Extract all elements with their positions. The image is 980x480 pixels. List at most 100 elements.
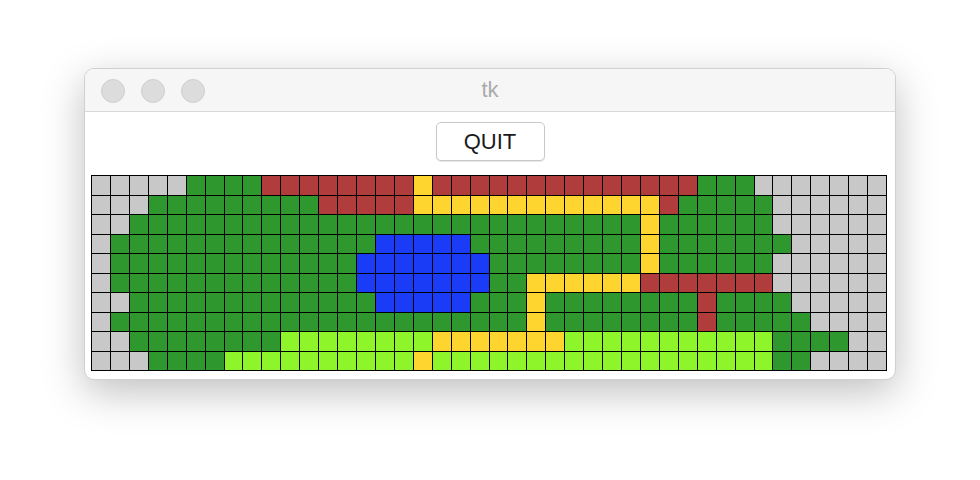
map-cell [679,332,697,351]
map-cell [452,196,470,215]
map-cell [792,196,810,215]
map-cell [849,176,867,195]
map-cell [92,293,110,312]
map-cell [111,176,129,195]
map-cell [452,332,470,351]
map-cell [168,215,186,234]
map-cell [527,254,545,273]
map-cell [584,313,602,332]
map-cell [868,196,886,215]
map-cell [395,215,413,234]
map-cell [414,254,432,273]
map-cell [300,235,318,254]
map-cell [206,196,224,215]
map-cell [490,313,508,332]
map-cell [698,352,716,371]
map-cell [376,196,394,215]
map-cell [281,254,299,273]
map-cell [811,352,829,371]
map-cell [92,332,110,351]
map-cell [527,274,545,293]
map-cell [773,196,791,215]
map-cell [376,274,394,293]
map-cell [736,313,754,332]
map-cell [319,293,337,312]
quit-button[interactable]: QUIT [436,122,545,161]
minimize-icon[interactable] [141,79,165,103]
map-cell [376,235,394,254]
map-cell [641,176,659,195]
map-canvas [91,175,887,371]
map-cell [792,293,810,312]
map-cell [755,313,773,332]
map-cell [679,196,697,215]
map-cell [660,332,678,351]
map-cell [868,293,886,312]
map-cell [92,196,110,215]
map-cell [319,352,337,371]
map-cell [603,235,621,254]
map-cell [622,196,640,215]
map-cell [206,352,224,371]
map-cell [773,313,791,332]
map-cell [773,235,791,254]
map-cell [338,235,356,254]
map-cell [281,215,299,234]
map-cell [717,176,735,195]
map-cell [736,254,754,273]
map-cell [546,196,564,215]
map-cell [565,235,583,254]
map-cell [755,254,773,273]
map-cell [300,274,318,293]
map-cell [130,313,148,332]
map-cell [433,176,451,195]
map-cell [338,352,356,371]
map-cell [433,215,451,234]
map-cell [546,313,564,332]
map-cell [395,196,413,215]
map-cell [414,332,432,351]
map-cell [206,254,224,273]
map-cell [679,293,697,312]
map-cell [187,352,205,371]
map-cell [622,332,640,351]
map-cell [622,254,640,273]
map-cell [584,332,602,351]
map-cell [679,254,697,273]
map-cell [319,235,337,254]
map-cell [414,196,432,215]
map-cell [187,235,205,254]
map-cell [603,313,621,332]
zoom-icon[interactable] [181,79,205,103]
map-cell [357,332,375,351]
map-cell [660,254,678,273]
map-cell [338,332,356,351]
map-cell [849,235,867,254]
map-cell [868,215,886,234]
map-cell [225,313,243,332]
map-cell [338,254,356,273]
map-cell [792,313,810,332]
map-cell [206,332,224,351]
map-cell [357,176,375,195]
map-cell [584,274,602,293]
close-icon[interactable] [101,79,125,103]
map-cell [376,313,394,332]
map-cell [243,176,261,195]
map-cell [830,332,848,351]
map-cell [490,196,508,215]
map-cell [641,196,659,215]
map-cell [527,176,545,195]
map-cell [736,293,754,312]
map-cell [527,352,545,371]
map-cell [622,293,640,312]
map-cell [603,176,621,195]
map-cell [830,215,848,234]
map-cell [641,313,659,332]
map-cell [414,293,432,312]
map-cell [736,196,754,215]
map-cell [736,215,754,234]
map-cell [527,332,545,351]
map-cell [357,313,375,332]
map-cell [130,235,148,254]
